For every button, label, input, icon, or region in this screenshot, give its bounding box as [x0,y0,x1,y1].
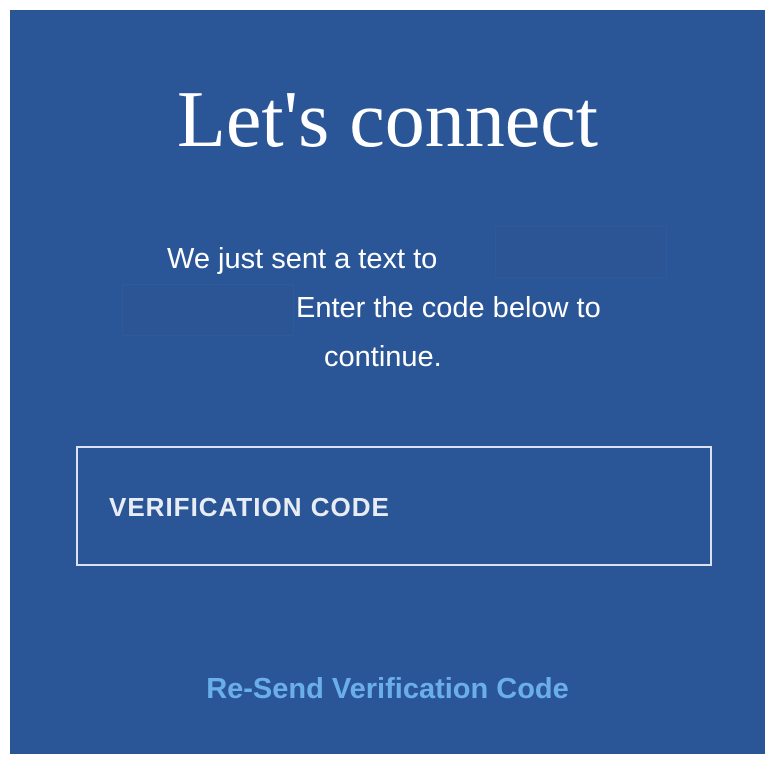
message-line-2: Enter the code below to [296,292,601,324]
message-line-3: continue. [324,341,442,373]
redacted-phone-number-continued [122,284,294,336]
verification-code-input[interactable]: VERIFICATION CODE [76,446,712,566]
verification-code-placeholder: VERIFICATION CODE [109,492,390,522]
redacted-phone-number [495,226,667,278]
resend-verification-code-link[interactable]: Re-Send Verification Code [10,672,765,706]
verification-panel: Let's connect We just sent a text to Ent… [10,10,765,754]
message-line-1: We just sent a text to [167,243,438,275]
page-title: Let's connect [177,76,598,164]
